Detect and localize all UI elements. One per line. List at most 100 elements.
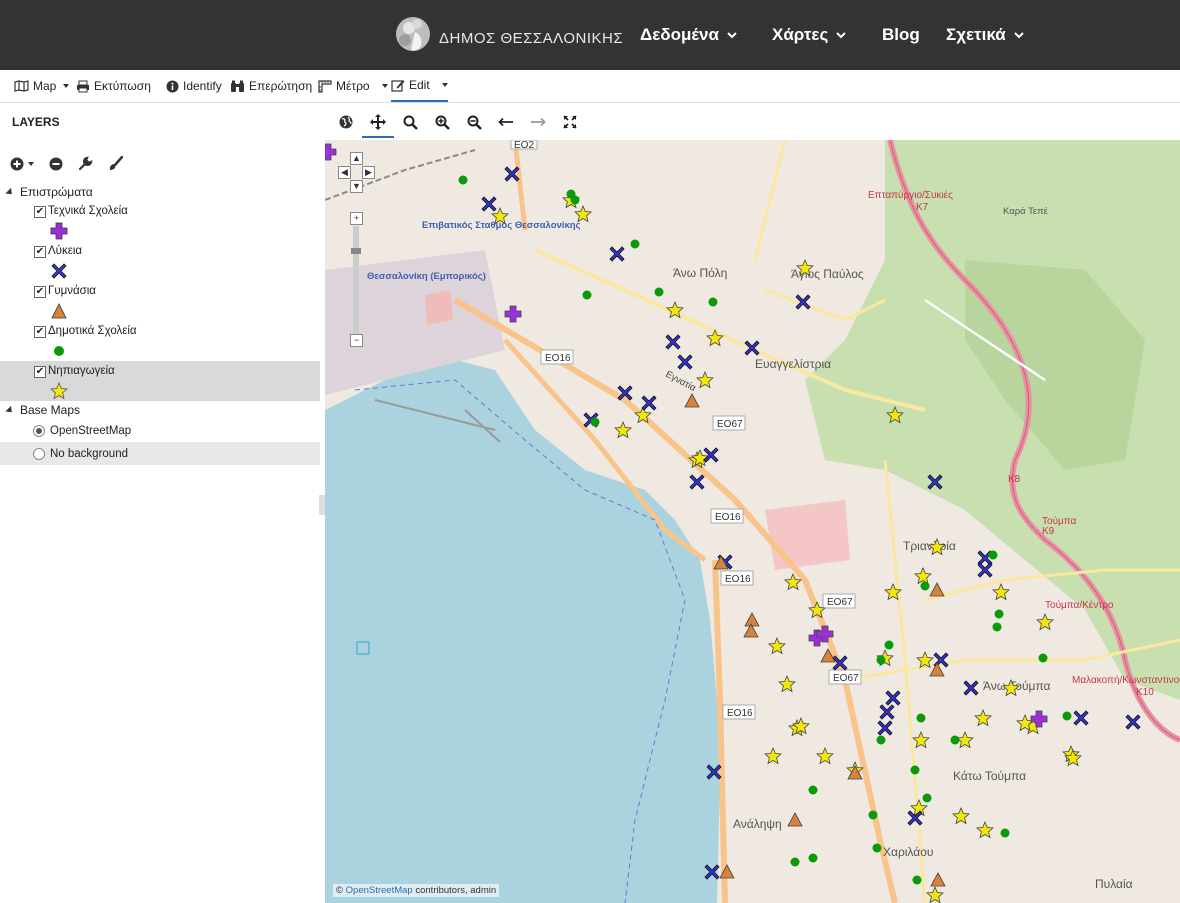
basemap-none[interactable]: No background [0,442,320,465]
zoom-in-icon [435,115,450,130]
layer-gymnasiums[interactable]: ✔ Γυμνάσια [0,281,320,321]
full-extent-button[interactable] [330,108,362,136]
pan-up-button[interactable]: ▲ [350,152,363,165]
primary-school-marker[interactable] [868,810,878,820]
nav-data-menu[interactable]: Δεδομένα [640,0,737,70]
measure-menu-button[interactable]: Μέτρο [318,70,388,102]
primary-school-marker[interactable] [876,735,886,745]
basemap-osm[interactable]: OpenStreetMap [0,419,320,442]
add-layer-button[interactable] [10,157,34,171]
primary-school-marker[interactable] [590,417,600,427]
paintbrush-icon[interactable] [108,156,123,171]
zoom-in-small-button[interactable]: + [350,212,363,225]
stop-label-toumpa-kentro: Τούμπα/Κέντρο [1045,599,1114,611]
primary-school-marker[interactable] [922,793,932,803]
pan-right-button[interactable]: ▶ [362,166,375,179]
map-icon [14,80,29,92]
overlays-group[interactable]: Επιστρώματα [0,183,320,201]
map-menu-button[interactable]: Map [14,70,70,102]
primary-school-marker[interactable] [808,785,818,795]
map-toolbar [330,108,586,138]
layer-label: Λύκεια [48,245,83,257]
primary-school-marker[interactable] [458,175,468,185]
nav-label: Σχετικά [946,25,1006,44]
layer-technical-schools[interactable]: ✔ Τεχνικά Σχολεία [0,201,320,241]
primary-school-marker[interactable] [1000,828,1010,838]
layer-checkbox[interactable]: ✔ [34,326,46,338]
layer-primary-schools[interactable]: ✔ Δημοτικά Σχολεία [0,321,320,361]
pan-left-button[interactable]: ◀ [338,166,351,179]
edit-menu-button[interactable]: Edit [391,70,448,102]
primary-school-marker[interactable] [1038,653,1048,663]
primary-school-marker[interactable] [808,853,818,863]
nav-about-menu[interactable]: Σχετικά [946,0,1024,70]
primary-school-marker[interactable] [1062,711,1072,721]
pan-down-button[interactable]: ▼ [350,180,363,193]
primary-school-marker[interactable] [916,713,926,723]
wrench-icon[interactable] [78,156,93,171]
primary-school-marker[interactable] [582,290,592,300]
brand-logo[interactable]: ΔΗΜΟΣ ΘΕΣΣΑΛΟΝΙΚΗΣ [393,10,623,60]
print-label: Εκτύπωση [94,79,151,93]
primary-school-marker[interactable] [950,735,960,745]
print-button[interactable]: Εκτύπωση [76,70,151,102]
primary-school-marker[interactable] [884,640,894,650]
identify-button[interactable]: Identify [166,70,222,102]
radio-button[interactable] [33,447,45,460]
layer-checkbox[interactable]: ✔ [34,246,46,258]
green-circle-symbol-icon [54,346,64,356]
primary-school-marker[interactable] [920,581,930,591]
layer-kindergartens[interactable]: ✔ Νηπιαγωγεία [0,361,320,401]
nav-label: Blog [882,25,920,44]
primary-school-marker[interactable] [708,297,718,307]
road-shield-eo2: ΕΟ2 [514,140,534,151]
layer-checkbox[interactable]: ✔ [34,206,46,218]
zoom-box-button[interactable] [394,108,426,136]
attribution-text: contributors, admin [412,885,497,896]
nav-maps-menu[interactable]: Χάρτες [772,0,847,70]
previous-extent-button[interactable] [490,108,522,136]
top-navbar: ΔΗΜΟΣ ΘΕΣΣΑΛΟΝΙΚΗΣ Δεδομένα Χάρτες Blog … [0,0,1180,70]
primary-school-marker[interactable] [910,765,920,775]
zoom-slider-handle[interactable] [351,248,361,254]
query-button[interactable]: Επερώτηση [230,70,312,102]
plus-circle-icon [10,157,24,170]
map-canvas[interactable]: Άνω Πόλη Άγιος Παύλος Ευαγγελίστρια Τρια… [325,140,1180,903]
primary-school-marker[interactable] [790,857,800,867]
primary-school-marker[interactable] [912,875,922,885]
primary-school-marker[interactable] [630,239,640,249]
layer-lyceums[interactable]: ✔ Λύκεια [0,241,320,281]
primary-school-marker[interactable] [988,550,998,560]
layers-panel: LAYERS Επιστρώματα ✔ Τεχνικά Σχολεία ✔ Λ… [0,103,320,903]
layer-checkbox[interactable]: ✔ [34,286,46,298]
primary-school-marker[interactable] [872,843,882,853]
ruler-icon [318,79,332,93]
map-attribution: © OpenStreetMap contributors, admin [333,884,500,897]
layer-label: Δημοτικά Σχολεία [48,325,137,337]
primary-school-marker[interactable] [570,195,580,205]
primary-school-marker[interactable] [654,287,664,297]
zoom-slider-track[interactable] [353,226,359,334]
nav-blog-link[interactable]: Blog [882,0,920,70]
next-extent-button[interactable] [522,108,554,136]
radio-button[interactable] [33,424,45,437]
zoom-in-button[interactable] [426,108,458,136]
primary-school-marker[interactable] [876,655,886,665]
pan-button[interactable] [362,108,394,138]
layer-checkbox[interactable]: ✔ [34,366,46,378]
map-viewport[interactable]: Άνω Πόλη Άγιος Παύλος Ευαγγελίστρια Τρια… [325,140,1180,903]
osm-attribution-link[interactable]: OpenStreetMap [346,885,413,896]
remove-layer-button[interactable] [49,157,63,171]
place-label-kato-toumpa: Κάτω Τούμπα [953,769,1026,783]
primary-school-marker[interactable] [992,622,1002,632]
arrow-right-icon [531,117,546,127]
brand-text: ΔΗΜΟΣ ΘΕΣΣΑΛΟΝΙΚΗΣ [439,29,624,47]
basemaps-group[interactable]: Base Maps [0,401,320,419]
zoom-out-small-button[interactable]: − [350,334,363,347]
caret-down-icon [441,83,448,87]
zoom-out-button[interactable] [458,108,490,136]
expand-icon [563,115,577,129]
fullscreen-button[interactable] [554,108,586,136]
primary-school-marker[interactable] [994,609,1004,619]
caret-down-icon [381,84,388,88]
